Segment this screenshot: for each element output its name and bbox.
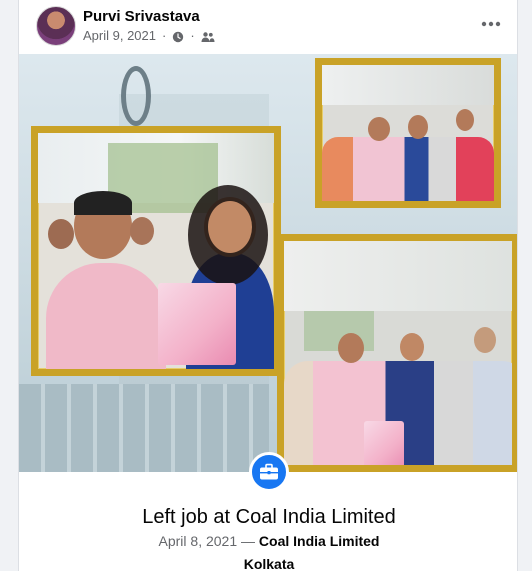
- more-options-icon: [481, 15, 501, 33]
- building-logo: [121, 66, 151, 126]
- photo-frame-bottom-right: [277, 234, 517, 472]
- gift-bag: [158, 283, 236, 365]
- event-company[interactable]: Coal India Limited: [259, 533, 380, 549]
- event-location[interactable]: Kolkata: [19, 556, 517, 571]
- briefcase-icon: [259, 463, 279, 481]
- avatar[interactable]: [36, 6, 76, 46]
- photo-frame-top-right: [315, 58, 501, 208]
- post-date[interactable]: April 9, 2021: [83, 28, 156, 43]
- friends-icon[interactable]: [201, 28, 215, 43]
- photo-frame-left: [31, 126, 281, 376]
- more-options-button[interactable]: [477, 12, 505, 36]
- meta-separator: ·: [162, 28, 167, 43]
- event-date: April 8, 2021: [158, 533, 238, 549]
- right-rail: [518, 0, 532, 571]
- post-header: Purvi Srivastava April 9, 2021 · ·: [19, 0, 517, 54]
- meta-separator-2: ·: [190, 28, 195, 43]
- life-event-badge: [249, 452, 289, 492]
- post-card: Purvi Srivastava April 9, 2021 · · Left …: [18, 0, 518, 571]
- event-title: Left job at Coal India Limited: [142, 506, 396, 528]
- person-left: [46, 263, 166, 369]
- post-meta: April 9, 2021 · ·: [83, 28, 215, 43]
- event-details: April 8, 2021 — Coal India Limited: [19, 533, 517, 549]
- life-event-footer: Left job at Coal India Limited April 8, …: [19, 452, 517, 571]
- event-separator: —: [241, 533, 256, 549]
- post-photo-collage[interactable]: [19, 54, 517, 472]
- author-name[interactable]: Purvi Srivastava: [83, 8, 200, 25]
- clock-icon: [172, 28, 184, 43]
